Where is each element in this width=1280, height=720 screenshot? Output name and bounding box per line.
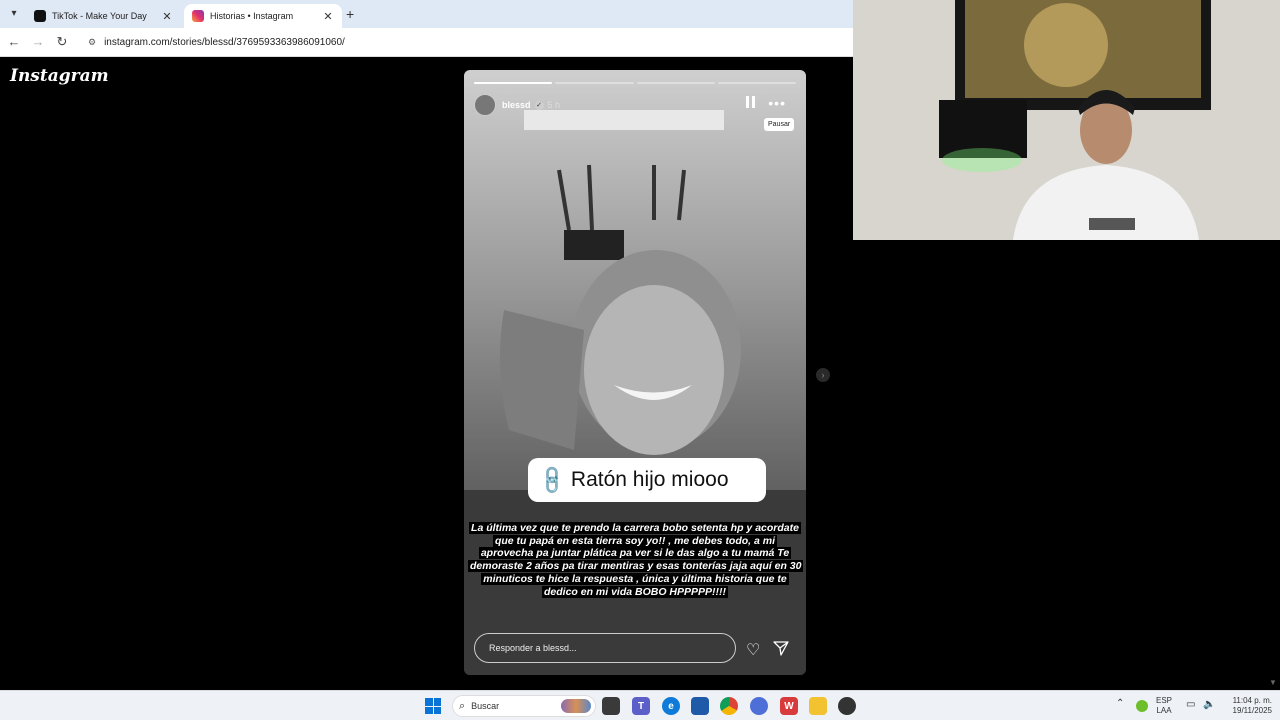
tiktok-icon [34, 10, 46, 22]
url-text: instagram.com/stories/blessd/37695933639… [104, 37, 345, 48]
browser-window: ▾ TikTok - Make Your Day ✕ Historias • I… [0, 0, 853, 690]
url-field[interactable]: ⚙ instagram.com/stories/blessd/376959336… [80, 32, 850, 53]
network-icon[interactable]: ▭ [1186, 700, 1195, 710]
tab-instagram[interactable]: Historias • Instagram ✕ [184, 4, 342, 28]
volume-icon[interactable]: 🔈 [1203, 700, 1215, 710]
taskbar: ⌕ Buscar T e W ⌃ ESP LAA ▭ 🔈 11:04 p. m.… [0, 690, 1280, 720]
reload-icon[interactable]: ↻ [54, 34, 70, 50]
scroll-down-icon[interactable]: ▼ [1269, 678, 1277, 687]
verified-badge-icon: ✓ [534, 100, 544, 110]
story-viewer[interactable]: blessd ✓ 5 h ••• Pausar 🔗 Ratón hijo mio… [464, 70, 806, 675]
webcam-image [853, 0, 1280, 240]
search-highlight-icon [561, 699, 591, 713]
clock-date: 19/11/2025 [1232, 706, 1272, 715]
taskbar-search[interactable]: ⌕ Buscar [452, 695, 596, 717]
tab-search-icon[interactable]: ▾ [6, 6, 22, 22]
lang-bottom: LAA [1156, 706, 1172, 715]
empty-area [853, 240, 1280, 690]
forward-icon[interactable]: → [30, 34, 46, 50]
recorder-icon[interactable] [838, 697, 856, 715]
address-bar: ← → ↻ ⚙ instagram.com/stories/blessd/376… [0, 28, 853, 57]
clock-time: 11:04 p. m. [1232, 696, 1272, 705]
story-username[interactable]: blessd [502, 100, 531, 110]
story-caption: La última vez que te prendo la carrera b… [468, 522, 804, 598]
tab-title: TikTok - Make Your Day [52, 11, 147, 21]
link-sticker[interactable]: 🔗 Ratón hijo miooo [528, 458, 766, 502]
tray-app-icon[interactable] [1136, 700, 1148, 712]
progress-segment [555, 82, 634, 84]
lang-top: ESP [1156, 696, 1173, 705]
close-icon[interactable]: ✕ [161, 10, 173, 23]
task-view-icon[interactable] [602, 697, 620, 715]
store-icon[interactable] [691, 697, 709, 715]
tab-title: Historias • Instagram [210, 11, 294, 21]
chevron-up-icon[interactable]: ⌃ [1116, 699, 1124, 709]
next-story-icon[interactable]: › [816, 368, 830, 382]
reply-input[interactable]: Responder a blessd... [474, 633, 736, 663]
instagram-page: Instagram blessd ✓ 5 h ••• Pausar 🔗 Rató… [0, 58, 853, 690]
close-icon[interactable]: ✕ [322, 10, 334, 23]
avatar[interactable] [474, 94, 496, 116]
pause-icon[interactable] [746, 96, 758, 110]
progress-segment [636, 82, 715, 84]
clock[interactable]: 11:04 p. m. 19/11/2025 [1222, 696, 1272, 716]
pause-tooltip: Pausar [764, 118, 795, 131]
teams-icon[interactable]: T [632, 697, 650, 715]
story-progress [474, 82, 796, 84]
story-time: 5 h [547, 100, 561, 110]
language-indicator[interactable]: ESP LAA [1156, 696, 1172, 716]
app-icon[interactable] [750, 697, 768, 715]
story-header: blessd ✓ 5 h ••• [474, 93, 796, 117]
back-icon[interactable]: ← [6, 34, 22, 50]
new-tab-icon[interactable]: + [346, 6, 354, 22]
file-explorer-icon[interactable] [809, 697, 827, 715]
tab-strip: ▾ TikTok - Make Your Day ✕ Historias • I… [0, 0, 853, 28]
heart-icon[interactable]: ♡ [746, 640, 760, 660]
link-sticker-text: Ratón hijo miooo [570, 468, 729, 491]
send-icon[interactable] [773, 640, 789, 656]
link-icon: 🔗 [536, 463, 570, 497]
tab-tiktok[interactable]: TikTok - Make Your Day ✕ [26, 4, 181, 28]
site-info-icon[interactable]: ⚙ [88, 37, 96, 48]
edge-icon[interactable]: e [662, 697, 680, 715]
search-icon: ⌕ [459, 699, 466, 712]
instagram-icon [192, 10, 204, 22]
progress-segment [474, 82, 553, 84]
webcam-overlay [853, 0, 1280, 240]
more-options-icon[interactable]: ••• [768, 96, 786, 110]
instagram-logo[interactable]: Instagram [10, 66, 109, 86]
windows-start-icon[interactable] [425, 698, 441, 714]
chrome-icon[interactable] [720, 697, 738, 715]
progress-segment [717, 82, 796, 84]
taskbar-search-label: Buscar [471, 701, 500, 711]
wps-icon[interactable]: W [780, 697, 798, 715]
